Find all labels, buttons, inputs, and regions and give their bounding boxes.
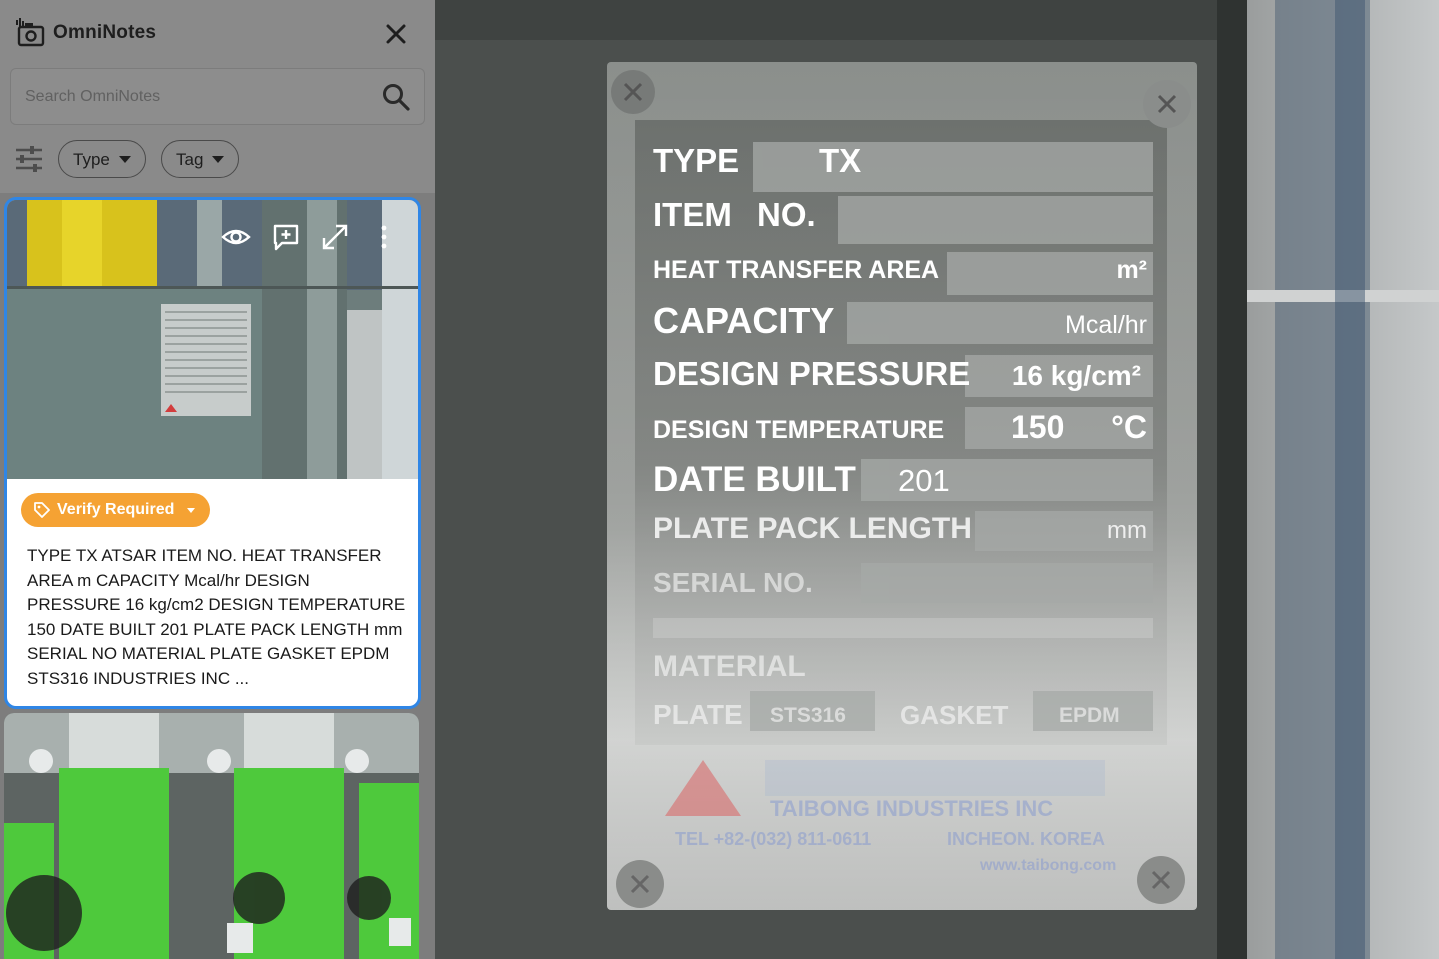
close-icon[interactable]	[380, 18, 412, 50]
plate-ppl-label: PLATE PACK LENGTH	[653, 512, 972, 545]
app-title: OmniNotes	[53, 22, 157, 43]
plate-hta-unit: m²	[1116, 256, 1147, 284]
plate-serial-label: SERIAL NO.	[653, 567, 813, 598]
main-image-viewer: TYPE TX ITEM NO. HEAT TRANSFER AREA m² C…	[435, 0, 1439, 959]
plate-capacity-unit: Mcal/hr	[1065, 311, 1147, 339]
chevron-down-icon	[119, 156, 131, 163]
note-card-selected[interactable]: Verify Required TYPE TX ATSAR ITEM NO. H…	[4, 197, 421, 709]
verify-required-label: Verify Required	[57, 501, 175, 518]
verify-required-button[interactable]: Verify Required	[21, 493, 210, 527]
notes-sidebar: OmniNotes Type Tag	[0, 0, 435, 959]
plate-hta-label: HEAT TRANSFER AREA	[653, 256, 939, 284]
search-box	[10, 68, 425, 125]
plate-material-label: MATERIAL	[653, 650, 806, 683]
sidebar-header: OmniNotes	[0, 0, 435, 66]
plate-dt-unit: °C	[1111, 409, 1147, 445]
camera-logo-icon	[16, 18, 45, 47]
type-filter-label: Type	[73, 150, 110, 169]
plate-dp-label: DESIGN PRESSURE	[653, 355, 970, 392]
plate-location: INCHEON. KOREA	[947, 829, 1105, 849]
plate-dt-label: DESIGN TEMPERATURE	[653, 416, 944, 444]
tag-filter-label: Tag	[176, 150, 204, 169]
note-card[interactable]	[4, 713, 419, 959]
plate-tel: TEL +82-(032) 811-0611	[675, 829, 871, 849]
plate-type-label: TYPE	[653, 142, 739, 179]
filter-sliders-icon[interactable]	[14, 144, 44, 174]
note-card-image	[7, 200, 418, 479]
plate-plate-value: STS316	[770, 704, 846, 727]
plate-type-value: TX	[819, 142, 861, 179]
plate-plate-label: PLATE	[653, 699, 743, 730]
note-card-image	[4, 713, 419, 959]
search-icon[interactable]	[381, 82, 411, 112]
plate-dp-value: 16 kg/cm²	[1012, 360, 1141, 391]
search-input[interactable]	[25, 69, 365, 124]
plate-capacity-label: CAPACITY	[653, 300, 834, 341]
plate-ppl-unit: mm	[1107, 517, 1147, 544]
plate-item-no-label: NO.	[757, 196, 816, 233]
plate-db-label: DATE BUILT	[653, 460, 856, 499]
plate-item-label: ITEM	[653, 196, 732, 233]
chevron-down-icon	[212, 156, 224, 163]
type-filter-chip[interactable]: Type	[58, 140, 146, 178]
chevron-down-icon	[187, 508, 195, 513]
plate-website: www.taibong.com	[979, 857, 1116, 874]
plate-gasket-label: GASKET	[900, 700, 1008, 730]
plate-gasket-value: EPDM	[1059, 704, 1120, 727]
expand-icon[interactable]	[320, 222, 350, 252]
tag-icon	[34, 502, 50, 518]
note-card-text: TYPE TX ATSAR ITEM NO. HEAT TRANSFER ARE…	[27, 546, 406, 688]
add-note-icon[interactable]	[271, 222, 301, 252]
plate-dt-value: 150	[1011, 409, 1064, 445]
eye-icon[interactable]	[221, 222, 251, 252]
more-vert-icon[interactable]	[369, 222, 399, 252]
plate-company-name: TAIBONG INDUSTRIES INC	[770, 796, 1053, 821]
tag-filter-chip[interactable]: Tag	[161, 140, 239, 178]
plate-db-value: 201	[898, 463, 950, 498]
nameplate-photo: TYPE TX ITEM NO. HEAT TRANSFER AREA m² C…	[435, 0, 1439, 959]
